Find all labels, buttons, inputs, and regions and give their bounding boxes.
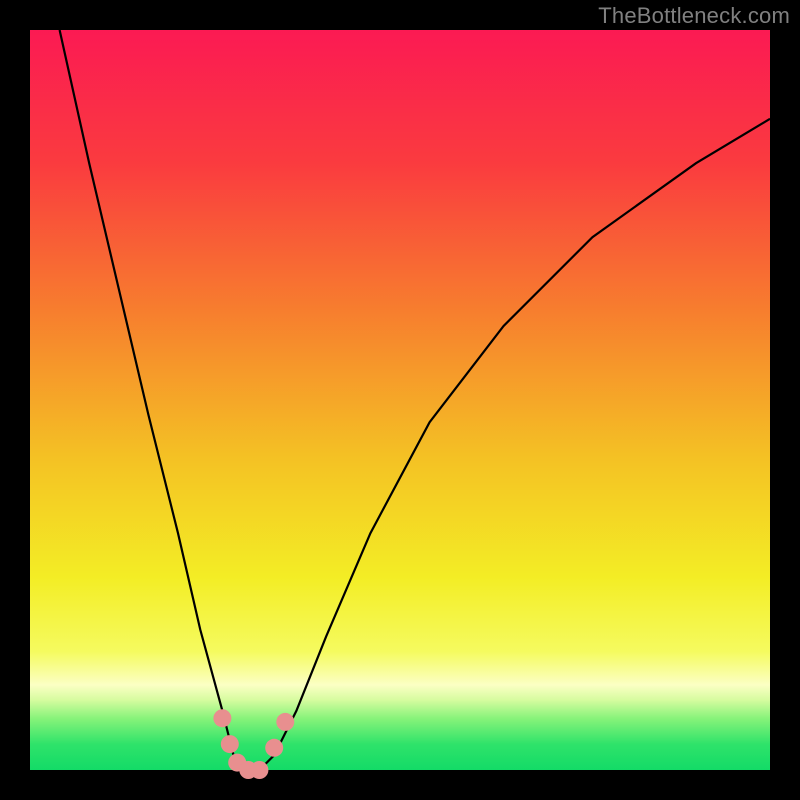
highlight-dot: [250, 761, 268, 779]
bottleneck-chart: [0, 0, 800, 800]
chart-frame: TheBottleneck.com: [0, 0, 800, 800]
plot-background: [30, 30, 770, 770]
highlight-dot: [265, 739, 283, 757]
highlight-dot: [276, 713, 294, 731]
watermark-text: TheBottleneck.com: [598, 3, 790, 29]
highlight-dot: [221, 735, 239, 753]
highlight-dot: [213, 709, 231, 727]
